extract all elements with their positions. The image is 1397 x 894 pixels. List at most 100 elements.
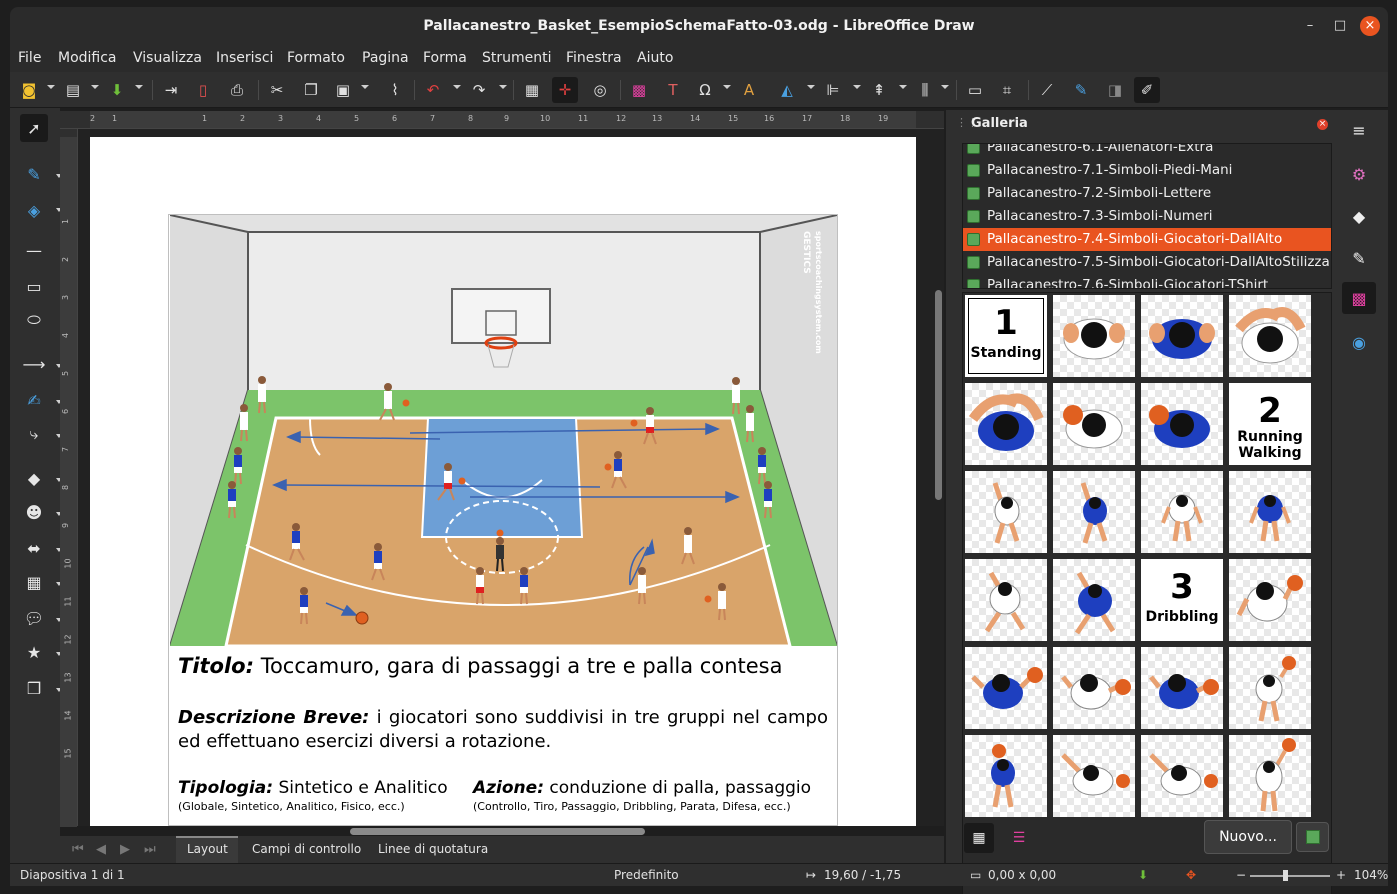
theme-item[interactable]: Pallacanestro-7.6-Simboli-Giocatori-TShi…	[963, 274, 1331, 288]
tab-linee-di-quotatura[interactable]: Linee di quotatura	[378, 842, 488, 856]
gallery-item-dribble-side-white-2[interactable]	[1141, 735, 1223, 817]
print-icon[interactable]: ⎙	[224, 77, 250, 103]
gallery-item-player-arms-up[interactable]	[1229, 295, 1311, 377]
symbol-shapes-icon[interactable]: ☻	[20, 498, 48, 526]
ellipse-icon[interactable]: ⬭	[20, 306, 48, 334]
insert-image-icon[interactable]: ▩	[626, 77, 652, 103]
navigator-icon[interactable]: ◉	[1342, 326, 1376, 358]
select-icon[interactable]: ➚	[20, 114, 48, 142]
gallery-theme-list[interactable]: Pallacanestro-6.1-Allenatori-Extra Palla…	[962, 143, 1332, 289]
gallery-item-dribble-run-blue[interactable]	[965, 735, 1047, 817]
helplines-icon[interactable]: ✛	[552, 77, 578, 103]
maximize-button[interactable]: □	[1330, 16, 1350, 36]
redo-icon[interactable]: ↷	[466, 77, 492, 103]
gallery-item-player-blue-arms[interactable]	[965, 383, 1047, 465]
cut-icon[interactable]: ✂	[264, 77, 290, 103]
block-arrows-icon[interactable]: ⬌	[20, 534, 48, 562]
close-window-button[interactable]: ×	[1360, 16, 1380, 36]
gallery-item-standing[interactable]: 1 Standing	[965, 295, 1047, 377]
sidebar-menu-icon[interactable]: ≡	[1342, 114, 1376, 146]
export-icon[interactable]: ⇥	[158, 77, 184, 103]
zoom-slider-knob[interactable]	[1283, 870, 1288, 881]
caption-descrizione[interactable]: Descrizione Breve: i giocatori sono sudd…	[178, 706, 828, 754]
gallery-item-running-white[interactable]	[965, 471, 1047, 553]
curve-icon[interactable]: ✍	[20, 386, 48, 414]
gallery-item-running-blue[interactable]	[1053, 471, 1135, 553]
first-tab-icon[interactable]: ⏮	[72, 842, 84, 857]
gallery-item-dribble-blue[interactable]	[965, 647, 1047, 729]
close-panel-icon[interactable]: ×	[1317, 119, 1328, 130]
menu-formato[interactable]: Formato	[287, 50, 345, 66]
menu-inserisci[interactable]: Inserisci	[216, 50, 273, 66]
open-icon[interactable]: ▤	[60, 77, 86, 103]
properties-icon[interactable]: ⚙	[1342, 158, 1376, 190]
clone-formatting-icon[interactable]: ⌇	[382, 77, 408, 103]
menu-visualizza[interactable]: Visualizza	[133, 50, 202, 66]
styles-icon[interactable]: ✎	[1342, 242, 1376, 274]
gallery-item-dribble-side-white[interactable]	[1053, 735, 1135, 817]
prev-tab-icon[interactable]: ◀	[96, 842, 106, 857]
caption-azione[interactable]: Azione: conduzione di palla, passaggio	[473, 778, 811, 798]
distribute-icon[interactable]: ⫼	[912, 77, 938, 103]
crop-icon[interactable]: ⌗	[994, 77, 1020, 103]
fontwork-icon[interactable]: A	[736, 77, 762, 103]
gallery-item-dribbling[interactable]: 3 Dribbling	[1141, 559, 1223, 641]
menu-file[interactable]: File	[18, 50, 41, 66]
gallery-icon[interactable]: ▩	[1342, 282, 1376, 314]
align-objects-icon[interactable]: ⊫	[820, 77, 846, 103]
insert-textbox-icon[interactable]: T	[660, 77, 686, 103]
gallery-item-player-top-blue[interactable]	[1141, 295, 1223, 377]
gallery-item-sprint-blue[interactable]	[1053, 559, 1135, 641]
save-icon[interactable]: ⬇	[104, 77, 130, 103]
special-character-icon[interactable]: Ω	[692, 77, 718, 103]
tab-campi-di-controllo[interactable]: Campi di controllo	[252, 842, 361, 856]
caption-tipologia[interactable]: Tipologia: Sintetico e Analitico	[178, 778, 448, 798]
zoom-out-icon[interactable]: −	[1236, 868, 1246, 882]
gallery-item-sprint-white[interactable]	[965, 559, 1047, 641]
zoom-level[interactable]: 104%	[1354, 868, 1388, 882]
theme-item[interactable]: Pallacanestro-7.3-Simboli-Numeri	[963, 205, 1331, 228]
menu-finestra[interactable]: Finestra	[566, 50, 622, 66]
toggle-extrusion-icon[interactable]: ✎	[1068, 77, 1094, 103]
menu-pagina[interactable]: Pagina	[362, 50, 409, 66]
gallery-item-player-ball[interactable]	[1053, 383, 1135, 465]
gallery-item-running-walking[interactable]: 2 Running Walking	[1229, 383, 1311, 465]
line-arrow-icon[interactable]: ⟶	[20, 350, 48, 378]
caption-titolo[interactable]: Titolo: Toccamuro, gara di passaggi a tr…	[178, 654, 782, 678]
basketball-court-drawing[interactable]: sportscoachingsystem.com GESTICS	[170, 215, 837, 646]
grid-icon[interactable]: ▦	[519, 77, 545, 103]
flowchart-icon[interactable]: ▦	[20, 568, 48, 596]
menu-strumenti[interactable]: Strumenti	[482, 50, 552, 66]
gallery-item-walking-blue[interactable]	[1229, 471, 1311, 553]
zoom-slider[interactable]	[1250, 875, 1330, 877]
theme-item[interactable]: Pallacanestro-7.2-Simboli-Lettere	[963, 182, 1331, 205]
fill-color-icon[interactable]: ◈	[20, 196, 48, 224]
brush-icon[interactable]: ✐	[1134, 77, 1160, 103]
template-icon[interactable]: ◙	[16, 77, 42, 103]
export-pdf-icon[interactable]: ▯	[190, 77, 216, 103]
theme-item[interactable]: Pallacanestro-7.1-Simboli-Piedi-Mani	[963, 159, 1331, 182]
arrange-icon[interactable]: ⇞	[866, 77, 892, 103]
shapes-icon[interactable]: ◆	[1342, 200, 1376, 232]
line-color-icon[interactable]: ✎	[20, 160, 48, 188]
paste-icon[interactable]: ▣	[330, 77, 356, 103]
menu-aiuto[interactable]: Aiuto	[637, 50, 673, 66]
3d-objects-icon[interactable]: ❒	[20, 674, 48, 702]
line-icon[interactable]: —	[20, 236, 48, 264]
horizontal-scrollbar[interactable]	[350, 828, 645, 835]
callouts-icon[interactable]: 💬︎	[20, 604, 48, 632]
gallery-item-player-top[interactable]	[1053, 295, 1135, 377]
menu-forma[interactable]: Forma	[423, 50, 467, 66]
vertical-scrollbar[interactable]	[935, 290, 942, 500]
new-theme-button[interactable]: Nuovo...	[1204, 820, 1292, 854]
menu-modifica[interactable]: Modifica	[58, 50, 117, 66]
detail-view-icon[interactable]: ☰	[1004, 823, 1034, 853]
3d-icon[interactable]: ◨	[1102, 77, 1128, 103]
gallery-items-grid[interactable]: 1 Standing 2 Running Walking 3 Dribbling	[962, 292, 1332, 894]
undo-icon[interactable]: ↶	[420, 77, 446, 103]
theme-properties-icon[interactable]	[1296, 822, 1329, 852]
shadow-icon[interactable]: ▭	[962, 77, 988, 103]
next-tab-icon[interactable]: ▶	[120, 842, 130, 857]
gallery-item-dribble-white-2[interactable]	[1053, 647, 1135, 729]
rectangle-icon[interactable]: ▭	[20, 272, 48, 300]
